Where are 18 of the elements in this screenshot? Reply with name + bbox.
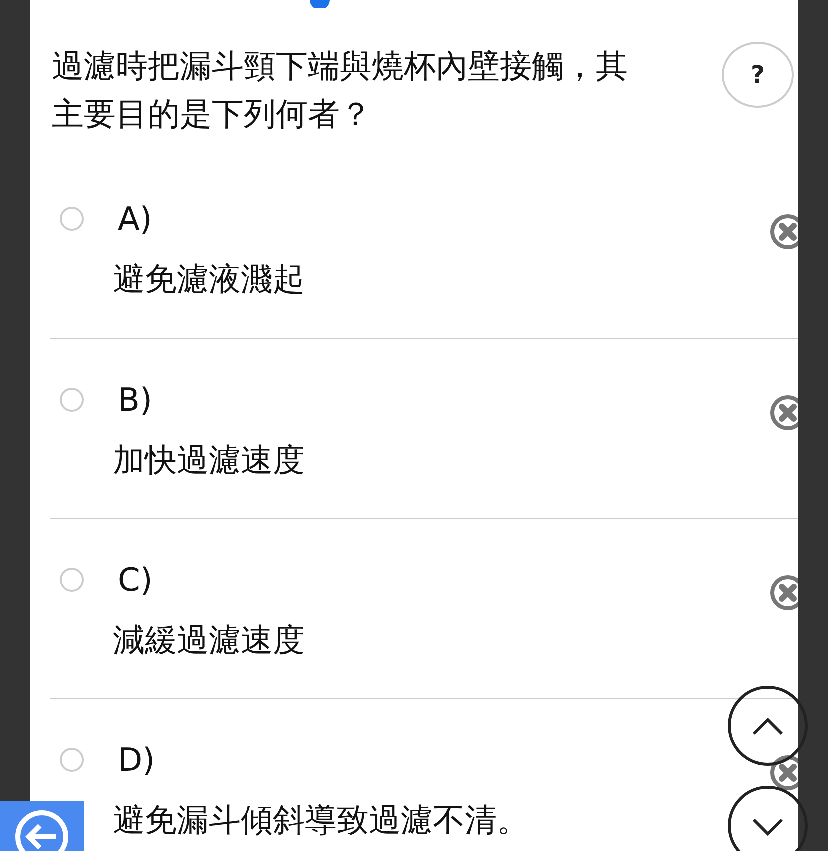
option-label: A) [118, 200, 152, 238]
cross-out-icon[interactable] [770, 755, 798, 791]
back-button[interactable] [0, 801, 84, 851]
option-label: B) [118, 381, 152, 419]
option-label: D) [118, 741, 156, 779]
answer-text: 減緩過濾速度 [113, 620, 305, 661]
radio-button[interactable] [60, 568, 84, 592]
scroll-up-button[interactable] [728, 686, 808, 766]
radio-button[interactable] [60, 748, 84, 772]
radio-button[interactable] [60, 388, 84, 412]
answer-text: 加快過濾速度 [113, 440, 305, 481]
answer-text: 避免濾液濺起 [113, 259, 305, 300]
question-text: 過濾時把漏斗頸下端與燒杯內壁接觸，其主要目的是下列何者？ [51, 46, 629, 135]
answer-text: 避免漏斗傾斜導致過濾不清。 [113, 800, 529, 841]
scroll-down-button[interactable] [728, 786, 808, 851]
help-button[interactable]: ? [722, 42, 794, 108]
radio-button[interactable] [60, 207, 84, 231]
option-label: C) [118, 561, 153, 599]
